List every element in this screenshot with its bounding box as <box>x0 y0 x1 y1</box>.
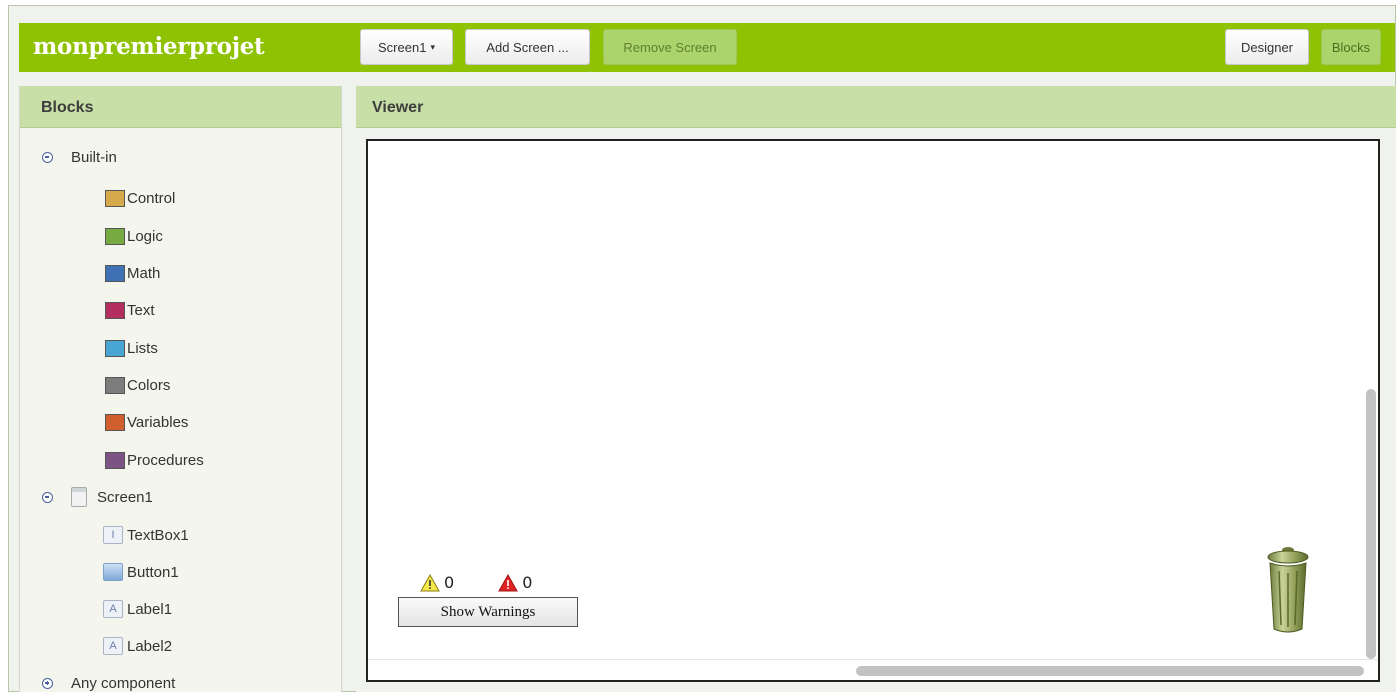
project-title: monpremierprojet <box>33 33 265 60</box>
viewer-panel-header: Viewer <box>356 86 1396 128</box>
tree-item-label: Button1 <box>127 563 179 581</box>
tree-item-screen1[interactable]: Screen1 <box>42 485 153 509</box>
caret-down-icon: ▾ <box>430 41 435 52</box>
remove-screen-button[interactable]: Remove Screen <box>603 29 737 65</box>
blocks-workspace[interactable]: 0 0 Show Warnings <box>366 139 1380 682</box>
tree-item-label: Colors <box>127 376 171 394</box>
blocks-button[interactable]: Blocks <box>1321 29 1381 65</box>
vertical-scrollbar[interactable] <box>1366 389 1376 659</box>
label-icon: A <box>103 637 123 655</box>
textbox-icon: I <box>103 526 123 544</box>
tree-item-lists[interactable]: Lists <box>105 336 158 360</box>
variables-color-icon <box>105 413 125 431</box>
logic-color-icon <box>105 227 125 245</box>
show-warnings-button[interactable]: Show Warnings <box>398 597 578 627</box>
viewer-panel: Viewer 0 0 Show Warnings <box>356 86 1396 692</box>
tree-item-colors[interactable]: Colors <box>105 373 170 397</box>
button-icon <box>103 563 123 581</box>
lists-color-icon <box>105 339 125 357</box>
tree-item-control[interactable]: Control <box>105 186 175 210</box>
text-color-icon <box>105 301 125 319</box>
tree-item-text[interactable]: Text <box>105 298 155 322</box>
screen-select-button[interactable]: Screen1 ▾ <box>360 29 453 65</box>
tree-item-label: TextBox1 <box>127 526 189 544</box>
tree-item-label: Lists <box>127 339 158 357</box>
tree-item-variables[interactable]: Variables <box>105 410 188 434</box>
tree-item-label: Label2 <box>127 637 173 655</box>
tree-item-label: Text <box>127 301 155 319</box>
horizontal-scrollbar[interactable] <box>856 666 1364 676</box>
top-bar: monpremierprojet Screen1 ▾ Add Screen ..… <box>19 23 1395 72</box>
expand-icon[interactable] <box>42 677 53 689</box>
tree-item-label: Logic <box>127 227 163 245</box>
tree-item-label1[interactable]: A Label1 <box>103 597 172 621</box>
trash-can-icon[interactable] <box>1266 543 1310 635</box>
tree-item-math[interactable]: Math <box>105 261 160 285</box>
procedures-color-icon <box>105 451 125 469</box>
blocks-panel: Blocks Built-in Control Logic Math Text … <box>19 86 342 692</box>
screen-select-label: Screen1 <box>378 39 427 55</box>
tree-item-label: Label1 <box>127 600 173 618</box>
warning-counts: 0 0 <box>420 573 578 592</box>
collapse-icon[interactable] <box>42 491 53 503</box>
tree-item-logic[interactable]: Logic <box>105 224 163 248</box>
tree-item-label: Math <box>127 264 161 282</box>
tree-item-label: Control <box>127 189 176 207</box>
control-color-icon <box>105 189 125 207</box>
tree-item-label: Procedures <box>127 451 204 469</box>
workspace-divider <box>368 659 1378 660</box>
warnings-indicator: 0 0 Show Warnings <box>398 573 578 627</box>
blocks-panel-header: Blocks <box>20 86 341 128</box>
math-color-icon <box>105 264 125 282</box>
tree-item-builtin[interactable]: Built-in <box>42 145 117 169</box>
colors-color-icon <box>105 376 125 394</box>
tree-item-label: Variables <box>127 413 189 431</box>
tree-item-label2[interactable]: A Label2 <box>103 634 172 658</box>
warning-count: 0 <box>444 573 455 592</box>
tree-item-textbox1[interactable]: I TextBox1 <box>103 523 189 547</box>
blocks-tree: Built-in Control Logic Math Text Lists C… <box>20 128 341 692</box>
tree-item-label: Any component <box>71 674 176 692</box>
warning-icon <box>420 573 440 591</box>
error-icon <box>498 573 519 591</box>
tree-item-label: Screen1 <box>97 488 153 506</box>
tree-item-label: Built-in <box>71 148 117 166</box>
collapse-icon[interactable] <box>42 151 53 163</box>
tree-item-button1[interactable]: Button1 <box>103 560 179 584</box>
add-screen-button[interactable]: Add Screen ... <box>465 29 590 65</box>
screen-icon <box>71 487 87 507</box>
tree-item-procedures[interactable]: Procedures <box>105 448 204 472</box>
error-count: 0 <box>522 573 533 592</box>
designer-button[interactable]: Designer <box>1225 29 1309 65</box>
label-icon: A <box>103 600 123 618</box>
tree-item-any-component[interactable]: Any component <box>42 671 175 692</box>
